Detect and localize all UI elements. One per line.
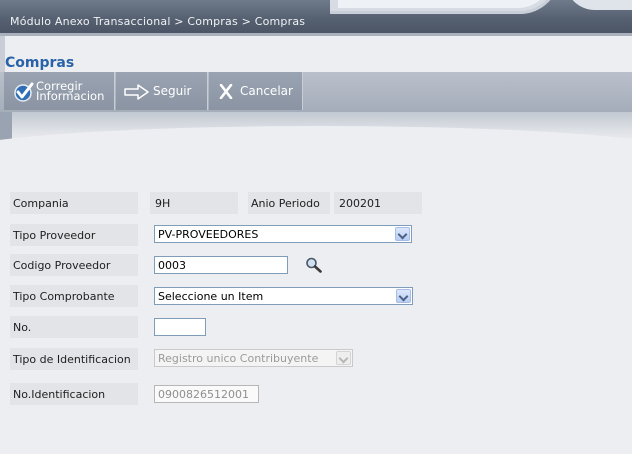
tipo-proveedor-label: Tipo Proveedor	[10, 224, 138, 246]
chevron-down-icon[interactable]	[395, 227, 410, 241]
no-label: No.	[10, 316, 138, 338]
tipo-comprobante-select[interactable]: Seleccione un Item	[154, 287, 413, 305]
codigo-proveedor-label: Codigo Proveedor	[10, 254, 138, 276]
header-banner: Módulo Anexo Transaccional > Compras > C…	[0, 0, 632, 33]
anio-periodo-label: Anio Periodo	[248, 192, 330, 214]
no-identificacion-label: No.Identificacion	[10, 383, 138, 405]
banner-swoosh-highlight	[338, 0, 552, 8]
cancelar-button[interactable]: Cancelar	[209, 72, 303, 110]
check-icon	[14, 82, 34, 102]
corregir-informacion-button[interactable]: Corregir Informacion	[4, 72, 115, 110]
seguir-button[interactable]: Seguir	[116, 72, 208, 110]
tipo-proveedor-selected: PV-PROVEEDORES	[158, 228, 259, 241]
compania-value: 9H	[150, 192, 238, 214]
tipo-comprobante-label: Tipo Comprobante	[10, 285, 138, 307]
x-icon	[219, 84, 233, 99]
seguir-label: Seguir	[153, 84, 192, 98]
toolbar-wave-decoration	[0, 112, 632, 144]
tipo-comprobante-selected: Seleccione un Item	[158, 290, 264, 303]
banner-swoosh-right	[565, 0, 632, 10]
breadcrumb: Módulo Anexo Transaccional > Compras > C…	[10, 15, 306, 28]
chevron-down-icon	[336, 351, 351, 365]
tipo-identificacion-selected: Registro unico Contribuyente	[158, 352, 319, 365]
codigo-proveedor-input[interactable]: 0003	[154, 256, 288, 274]
anio-periodo-value: 200201	[334, 192, 422, 214]
tipo-proveedor-select[interactable]: PV-PROVEEDORES	[154, 225, 412, 243]
banner-divider	[0, 33, 632, 36]
no-identificacion-input: 0900826512001	[154, 385, 259, 403]
no-input[interactable]	[154, 318, 206, 336]
chevron-down-icon[interactable]	[396, 289, 411, 303]
magnifier-icon[interactable]	[305, 257, 323, 273]
toolbar: Corregir Informacion Seguir Cancelar	[0, 72, 632, 112]
page-title: Compras	[5, 55, 75, 71]
compania-label: Compania	[10, 192, 138, 214]
tipo-identificacion-select: Registro unico Contribuyente	[154, 349, 353, 367]
arrow-right-icon	[124, 84, 149, 100]
tipo-identificacion-label: Tipo de Identificacion	[10, 348, 138, 370]
cancelar-label: Cancelar	[240, 84, 293, 98]
corregir-informacion-label: Corregir Informacion	[36, 79, 105, 103]
wave-curve	[0, 126, 632, 144]
